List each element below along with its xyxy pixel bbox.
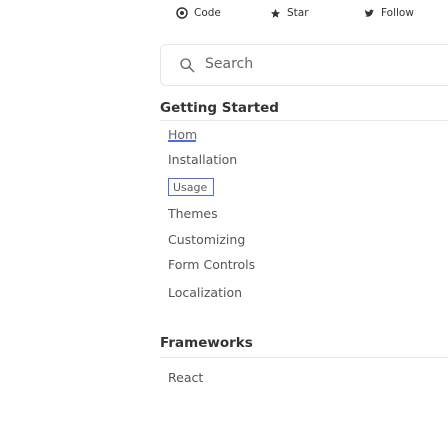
sidebar-item-usage[interactable]: Usage bbox=[168, 178, 214, 196]
star-icon bbox=[270, 8, 281, 19]
section-title-getting-started: Getting Started bbox=[160, 100, 279, 116]
twitter-icon bbox=[364, 8, 375, 19]
sidebar-item-label: Home bbox=[168, 128, 198, 142]
follow-label: Follow bbox=[381, 7, 414, 19]
star-label: Star bbox=[287, 7, 309, 19]
section-divider bbox=[160, 357, 448, 358]
search-bar[interactable]: Search bbox=[160, 44, 448, 86]
sidebar-item-form-controls[interactable]: Form Controls bbox=[168, 257, 255, 272]
code-label: Code bbox=[194, 7, 221, 19]
code-button[interactable]: Code bbox=[176, 5, 221, 21]
top-toolbar: Code Star Follow bbox=[0, 0, 448, 36]
sidebar-item-customizing[interactable]: Customizing bbox=[168, 232, 245, 247]
search-input[interactable]: Search bbox=[205, 56, 253, 72]
sidebar-item-label: Usage bbox=[173, 180, 208, 194]
github-icon bbox=[176, 7, 188, 19]
sidebar-item-localization[interactable]: Localization bbox=[168, 285, 242, 300]
search-icon bbox=[179, 57, 195, 77]
section-divider bbox=[160, 120, 448, 121]
section-title-frameworks: Frameworks bbox=[160, 335, 253, 351]
sidebar-item-themes[interactable]: Themes bbox=[168, 206, 218, 221]
sidebar-item-installation[interactable]: Installation bbox=[168, 152, 237, 167]
star-button[interactable]: Star bbox=[270, 5, 309, 21]
sidebar-item-react[interactable]: React bbox=[168, 370, 203, 385]
sidebar-item-home[interactable]: Home bbox=[168, 128, 198, 142]
follow-button[interactable]: Follow bbox=[364, 5, 414, 21]
